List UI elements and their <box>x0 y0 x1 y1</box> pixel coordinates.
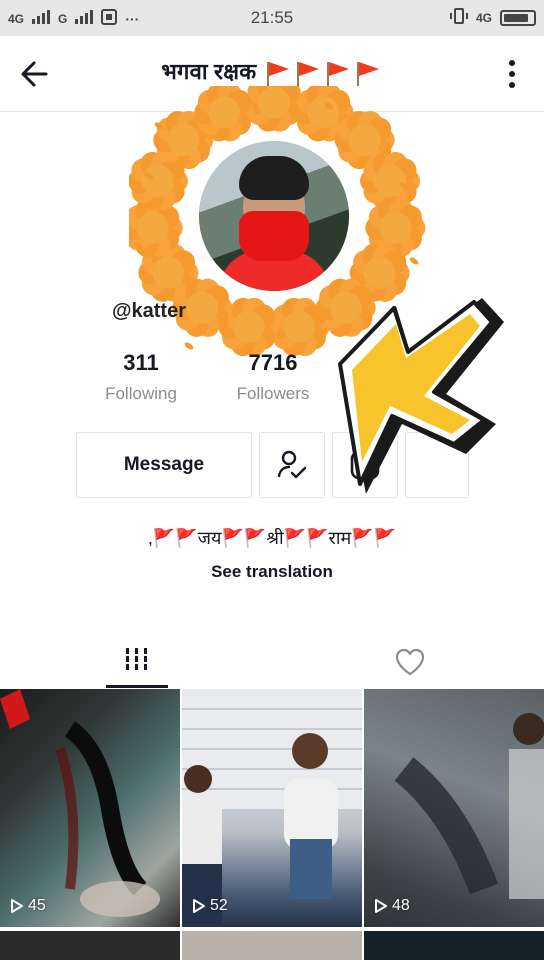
video-thumbnail-partial[interactable] <box>0 931 180 960</box>
avatar-hair <box>239 156 309 200</box>
avatar-mask <box>239 211 309 261</box>
following-count: 311 <box>123 350 159 375</box>
video-thumbnail[interactable]: 45 <box>0 689 180 927</box>
view-count-text: 45 <box>28 897 46 914</box>
following-stat[interactable]: 311 Following <box>96 350 186 404</box>
video-thumbnail[interactable]: 52 <box>182 689 362 927</box>
followers-count: 7716 <box>248 350 298 375</box>
video-thumbnail-image <box>0 689 160 917</box>
page-title: भगवा रक्षक <box>0 56 544 87</box>
arrow-up-left-icon <box>338 298 504 494</box>
followers-stat[interactable]: 7716 Followers <box>228 350 318 404</box>
video-thumbnail-image <box>182 689 362 924</box>
video-thumbnail-partial[interactable] <box>182 931 362 960</box>
followers-label: Followers <box>236 384 310 403</box>
view-count: 45 <box>10 897 46 915</box>
view-count: 52 <box>192 897 228 915</box>
tab-liked[interactable] <box>384 642 436 682</box>
status-bar: 4G G ··· 21:55 4G <box>0 0 544 36</box>
title-flags <box>263 59 383 87</box>
user-check-icon <box>277 450 307 479</box>
petal <box>409 257 419 265</box>
more-options-button[interactable] <box>500 54 524 94</box>
profile-bio: ,🚩🚩जय🚩🚩श्री🚩🚩राम🚩🚩 <box>147 528 397 548</box>
message-button-label: Message <box>123 454 205 475</box>
grid-icon <box>123 648 150 670</box>
network-indicator-right: 4G <box>475 10 492 25</box>
video-thumbnail[interactable]: 48 <box>364 689 544 927</box>
flag-icon <box>296 62 319 87</box>
following-label: Following <box>105 384 177 403</box>
more-vertical-icon <box>509 60 515 88</box>
play-icon <box>193 899 205 913</box>
suggested-accounts-button[interactable] <box>259 432 325 498</box>
video-grid: 45 52 48 <box>0 689 544 960</box>
tab-videos[interactable] <box>106 640 168 688</box>
video-thumbnail-partial[interactable] <box>364 931 544 960</box>
view-count-text: 52 <box>210 897 228 914</box>
profile-tabs <box>0 640 544 688</box>
view-count-text: 48 <box>392 897 410 914</box>
vibrate-icon <box>449 8 468 27</box>
battery-icon <box>500 9 536 26</box>
video-thumbnail-image <box>394 713 544 899</box>
play-icon <box>375 899 387 913</box>
play-icon <box>11 899 23 913</box>
flag-icon <box>356 62 379 87</box>
message-button[interactable]: Message <box>76 432 252 498</box>
flag-icon <box>326 62 349 87</box>
battery-fill <box>504 13 528 22</box>
see-translation-link[interactable]: See translation <box>0 562 544 582</box>
status-right: 4G <box>449 8 536 27</box>
username: @katter <box>112 300 186 322</box>
flag-icon <box>266 62 289 87</box>
view-count: 48 <box>374 897 410 915</box>
heart-icon <box>395 648 425 676</box>
avatar[interactable] <box>199 141 349 291</box>
title-text: भगवा रक्षक <box>161 59 257 84</box>
active-tab-indicator <box>106 685 168 688</box>
